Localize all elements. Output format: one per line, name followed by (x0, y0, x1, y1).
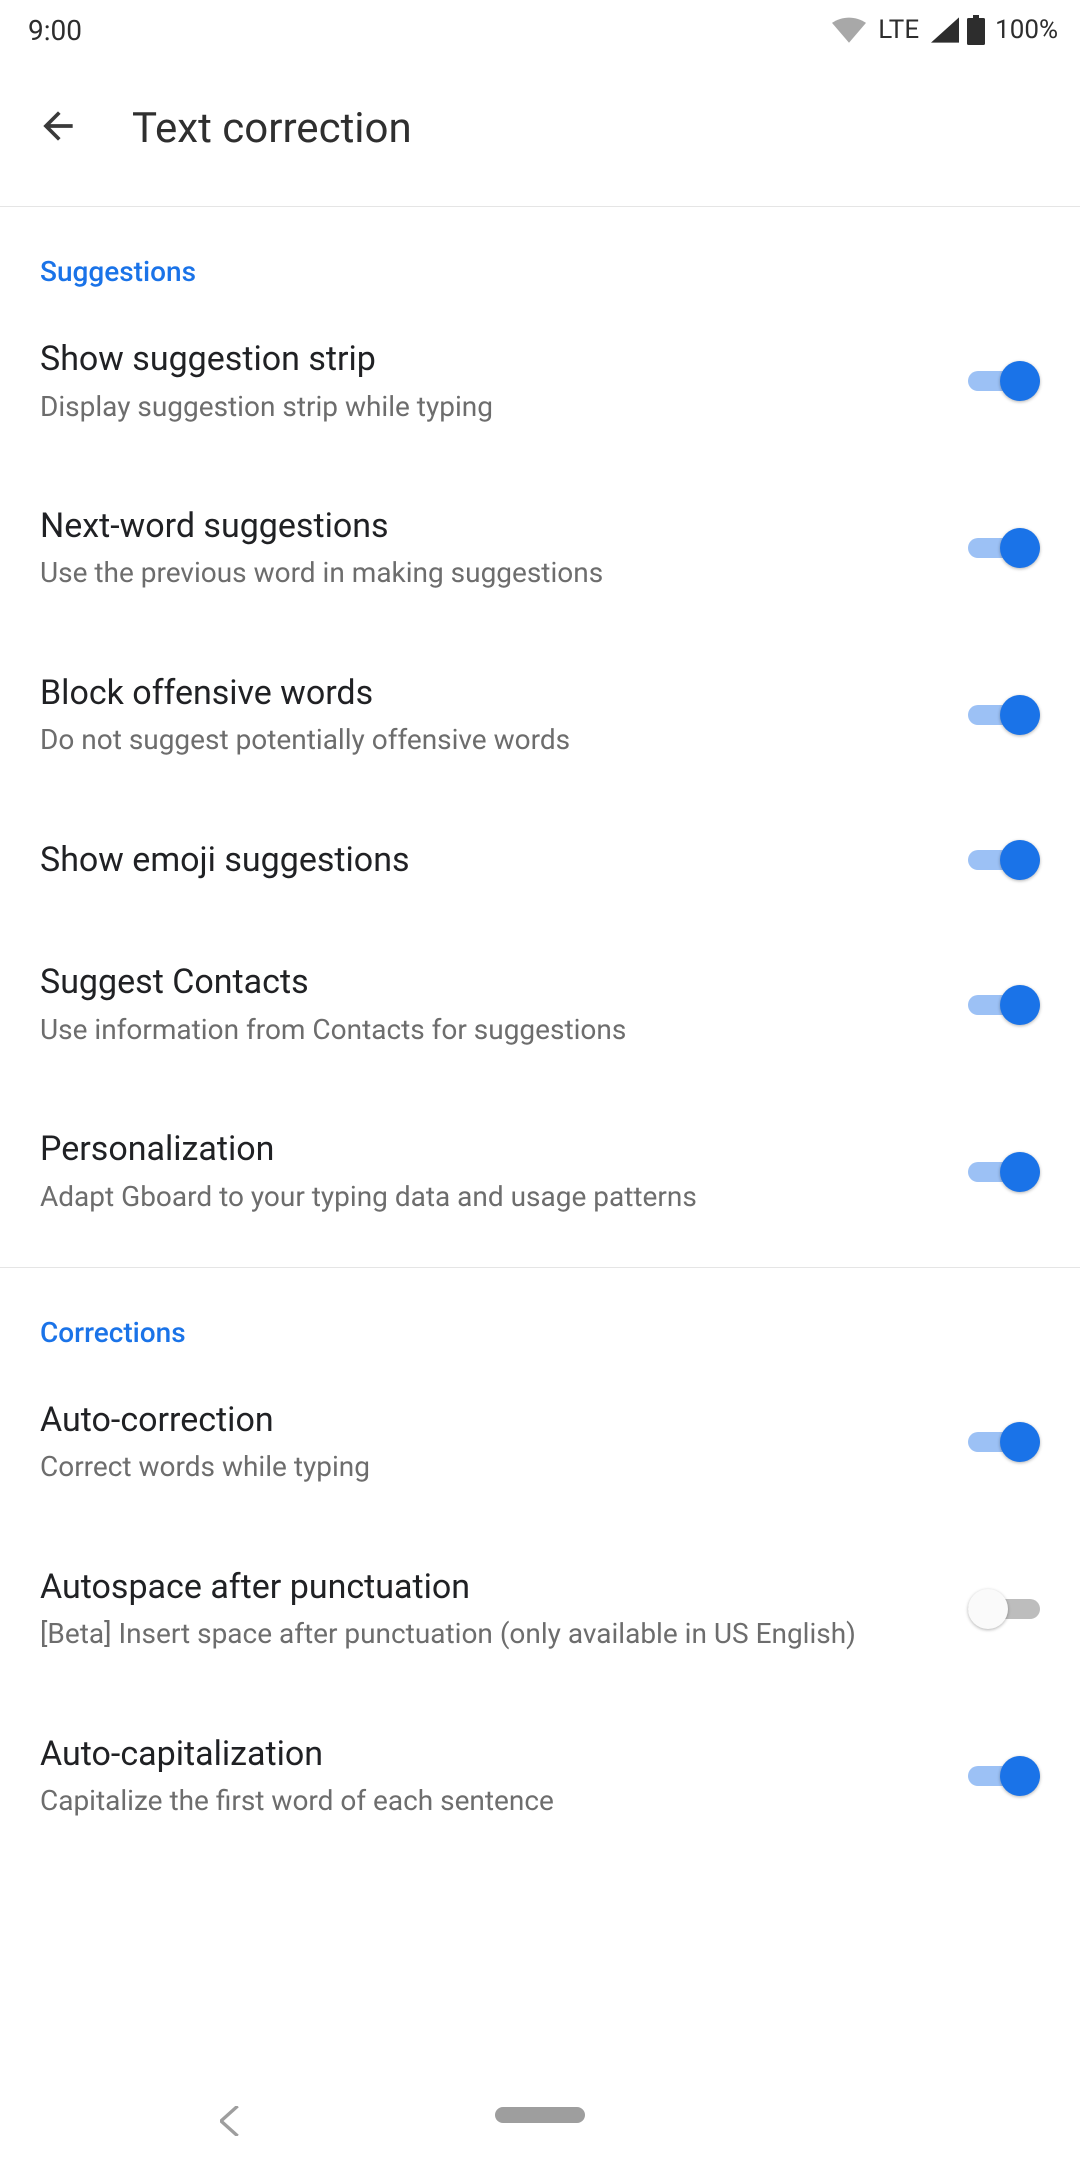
status-bar: 9:00 LTE 100% (0, 0, 1080, 60)
item-subtitle: Capitalize the first word of each senten… (40, 1783, 938, 1819)
toggle-next-word-suggestions[interactable] (968, 528, 1040, 568)
nav-home-pill[interactable] (495, 2107, 585, 2123)
section-corrections: Corrections (0, 1268, 1080, 1359)
item-suggest-contacts[interactable]: Suggest Contacts Use information from Co… (0, 921, 1080, 1088)
item-subtitle: [Beta] Insert space after punctuation (o… (40, 1616, 938, 1652)
status-icons: LTE 100% (832, 15, 1058, 45)
signal-icon (931, 17, 959, 43)
item-show-suggestion-strip[interactable]: Show suggestion strip Display suggestion… (0, 298, 1080, 465)
item-subtitle: Use the previous word in making suggesti… (40, 555, 938, 591)
toggle-show-emoji-suggestions[interactable] (968, 840, 1040, 880)
item-title: Suggest Contacts (40, 961, 938, 1004)
toggle-autospace-after-punctuation[interactable] (968, 1589, 1040, 1629)
toggle-suggest-contacts[interactable] (968, 985, 1040, 1025)
arrow-back-icon (36, 104, 80, 152)
settings-list[interactable]: Suggestions Show suggestion strip Displa… (0, 207, 1080, 2070)
item-title: Next-word suggestions (40, 505, 938, 548)
item-show-emoji-suggestions[interactable]: Show emoji suggestions (0, 799, 1080, 922)
item-title: Block offensive words (40, 672, 938, 715)
item-title: Show emoji suggestions (40, 839, 938, 882)
network-label: LTE (878, 15, 919, 45)
battery-icon (967, 15, 985, 45)
item-title: Autospace after punctuation (40, 1566, 938, 1609)
page-title: Text correction (132, 104, 412, 153)
toggle-show-suggestion-strip[interactable] (968, 361, 1040, 401)
item-subtitle: Adapt Gboard to your typing data and usa… (40, 1179, 938, 1215)
toggle-personalization[interactable] (968, 1152, 1040, 1192)
back-button[interactable] (30, 100, 86, 156)
toggle-block-offensive-words[interactable] (968, 695, 1040, 735)
item-autospace-after-punctuation[interactable]: Autospace after punctuation [Beta] Inser… (0, 1526, 1080, 1693)
item-title: Auto-correction (40, 1399, 938, 1442)
item-subtitle: Display suggestion strip while typing (40, 389, 938, 425)
battery-percent: 100% (995, 15, 1058, 45)
item-auto-capitalization[interactable]: Auto-capitalization Capitalize the first… (0, 1693, 1080, 1860)
app-bar: Text correction (0, 60, 1080, 207)
item-subtitle: Use information from Contacts for sugges… (40, 1012, 938, 1048)
nav-back-icon[interactable] (220, 2106, 242, 2140)
status-time: 9:00 (28, 14, 82, 47)
item-block-offensive-words[interactable]: Block offensive words Do not suggest pot… (0, 632, 1080, 799)
section-suggestions: Suggestions (0, 207, 1080, 298)
item-personalization[interactable]: Personalization Adapt Gboard to your typ… (0, 1088, 1080, 1255)
item-title: Show suggestion strip (40, 338, 938, 381)
item-title: Auto-capitalization (40, 1733, 938, 1776)
item-subtitle: Do not suggest potentially offensive wor… (40, 722, 938, 758)
item-next-word-suggestions[interactable]: Next-word suggestions Use the previous w… (0, 465, 1080, 632)
toggle-auto-correction[interactable] (968, 1422, 1040, 1462)
item-auto-correction[interactable]: Auto-correction Correct words while typi… (0, 1359, 1080, 1526)
wifi-icon (832, 17, 866, 43)
system-nav-bar (0, 2070, 1080, 2160)
item-subtitle: Correct words while typing (40, 1449, 938, 1485)
item-title: Personalization (40, 1128, 938, 1171)
toggle-auto-capitalization[interactable] (968, 1756, 1040, 1796)
